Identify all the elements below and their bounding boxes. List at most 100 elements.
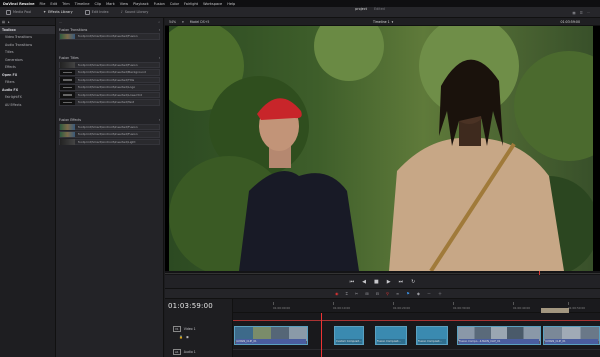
ruler-tick: 01:00:40:00 [513,302,531,310]
category-open-fx[interactable]: Open FX [0,71,55,79]
menu-fusion[interactable]: Fusion [154,2,165,6]
play-reverse-icon[interactable]: ◀ [362,279,366,285]
category-label: FairlightFX [5,95,22,100]
category-audio-transitions[interactable]: Audio Transitions [0,41,55,49]
search-icon[interactable]: ⌕ [158,20,160,24]
menu-mark[interactable]: Mark [106,2,115,6]
effect-entry[interactable]: footprint\Smart\Android\Inserted\Text [59,99,160,106]
blade-tool-icon[interactable]: ✂ [355,291,358,296]
effect-entry[interactable]: footprint\Smart\Android\Inserted\Logo [59,84,160,91]
inspector-icon[interactable]: ▦ [572,11,575,15]
lock-icon[interactable]: 🔒 [179,335,183,339]
effects-library-button[interactable]: ✦ Effects Library [37,7,78,18]
edit-index-button[interactable]: Edit Index [79,7,115,18]
timeline-playhead[interactable] [321,313,322,357]
clip-label: Fusion Composit... [418,339,446,344]
effect-entry[interactable]: footprint\Smart\Android\Inserted\Fusion [59,33,160,40]
category-titles[interactable]: Titles [0,49,55,57]
clip-label: 4.MAIN_CLIP_01 [236,339,306,344]
sound-library-button[interactable]: ♪ Sound Library [115,7,155,18]
go-to-start-icon[interactable]: ⏮ [350,279,355,285]
link-icon[interactable]: ∞ [396,291,399,296]
eye-icon[interactable]: ◉ [186,335,189,339]
menu-clip[interactable]: Clip [95,2,102,6]
zoom-out-icon[interactable]: － [427,291,431,297]
track-header-a1[interactable]: A1 Audio 1 [165,348,233,355]
category-fairlight-fx[interactable]: FairlightFX [0,94,55,102]
timeline-clip[interactable]: 4.MAIN_CLIP_01 [543,326,600,345]
timeline-ruler[interactable]: 01:00:00:00 01:00:10:00 01:00:20:00 01:0… [233,299,600,313]
trim-tool-icon[interactable]: ⌶ [346,291,348,296]
section-header[interactable]: Fusion Effects ‹ [56,117,163,124]
effect-thumbnail [60,84,75,90]
category-effects[interactable]: Effects [0,64,55,72]
collapse-icon[interactable]: ‹ [159,28,160,32]
effects-category-panel: ▤ ▸ Toolbox Video Transitions Audio Tran… [0,18,56,357]
section-header[interactable]: Fusion Titles ‹ [56,55,163,62]
chevron-down-icon: ▾ [391,20,394,24]
track-id: V1 [173,325,181,332]
menu-playback[interactable]: Playback [133,2,149,6]
timeline-clip[interactable]: Custom Composit... [334,326,364,345]
timeline-selector[interactable]: Timeline 1 ▾ [373,18,393,26]
menu-color[interactable]: Color [170,2,179,6]
effect-thumbnail [60,99,75,105]
effect-entry[interactable]: footprint\Smart\Android\Inserted\Title [59,76,160,83]
loop-icon[interactable]: ↻ [411,279,415,285]
play-icon[interactable]: ▶ [387,279,391,285]
go-to-end-icon[interactable]: ⏭ [399,279,404,285]
menu-view[interactable]: View [120,2,128,6]
media-pool-button[interactable]: Media Pool [0,7,37,18]
category-audio-fx[interactable]: Audio FX [0,86,55,94]
snapping-icon[interactable]: ⚲ [386,291,389,296]
category-toolbox[interactable]: Toolbox [0,26,55,34]
zoom-in-icon[interactable]: ＋ [438,291,442,297]
timeline-clip[interactable]: Fusion Compo...4.MAIN_CLIP_01 [457,326,541,345]
marker-icon[interactable]: ◆ [417,291,420,296]
ruler-tick: 01:00:30:00 [453,302,471,310]
menu-fairlight[interactable]: Fairlight [184,2,198,6]
category-generators[interactable]: Generators [0,56,55,64]
clip-label: Custom Composit... [336,339,362,344]
menu-workspace[interactable]: Workspace [203,2,222,6]
insert-icon[interactable]: ⊞ [365,291,368,296]
stop-icon[interactable]: ■ [374,279,379,285]
selection-mode-icon[interactable]: ◉ [335,291,339,296]
track-header-v1[interactable]: V1 Video 1 [165,325,233,332]
category-au-effects[interactable]: AU Effects [0,101,55,109]
menu-trim[interactable]: Trim [62,2,69,6]
video-viewer[interactable] [165,26,600,271]
effect-entry[interactable]: footprint\Smart\Android\Inserted\Light [59,138,160,145]
effect-entry[interactable]: footprint\Smart\Android\Inserted\Fusion [59,123,160,130]
flag-icon[interactable]: ⚑ [406,291,410,296]
effect-entry[interactable]: footprint\Smart\Android\Inserted\Lower3r… [59,91,160,98]
effect-entry[interactable]: footprint\Smart\Android\Inserted\Fusion [59,131,160,138]
category-video-transitions[interactable]: Video Transitions [0,34,55,42]
category-label: Effects [5,65,16,70]
timeline-tracks[interactable]: 4.MAIN_CLIP_01 Custom Composit... Fusion… [233,313,600,357]
sort-icon[interactable]: ⋯ [59,20,62,24]
menu-timeline[interactable]: Timeline [75,2,90,6]
timeline-clip[interactable]: 4.MAIN_CLIP_01 [234,326,308,345]
category-filters[interactable]: Filters [0,79,55,87]
effect-entry[interactable]: footprint\Smart\Android\Inserted\Backgro… [59,69,160,76]
menu-help[interactable]: Help [227,2,235,6]
expand-icon[interactable]: ▸ [8,20,10,24]
overwrite-icon[interactable]: ⊟ [376,291,379,296]
effect-entry[interactable]: footprint\Smart\Android\Inserted\Fusion [59,61,160,68]
section-header[interactable]: Fusion Transitions ‹ [56,26,163,33]
metadata-icon[interactable]: ☰ [580,11,583,15]
list-icon [84,9,90,15]
panel-toggle-icon[interactable]: ▤ [2,20,5,24]
collapse-icon[interactable]: ‹ [159,118,160,122]
timeline-clip[interactable]: Fusion Composit... [416,326,448,345]
effect-name: footprint\Smart\Android\Inserted\Fusion [78,62,138,67]
zoom-level[interactable]: 54% [169,20,176,24]
chevron-down-icon[interactable]: ▾ [182,20,184,24]
menu-file[interactable]: File [40,2,46,6]
more-icon[interactable]: ⋯ [587,11,590,15]
timeline-clip[interactable]: Fusion Composit... [375,326,407,345]
menu-edit[interactable]: Edit [50,2,57,6]
effect-name: footprint\Smart\Android\Inserted\Logo [78,85,136,90]
collapse-icon[interactable]: ‹ [159,56,160,60]
